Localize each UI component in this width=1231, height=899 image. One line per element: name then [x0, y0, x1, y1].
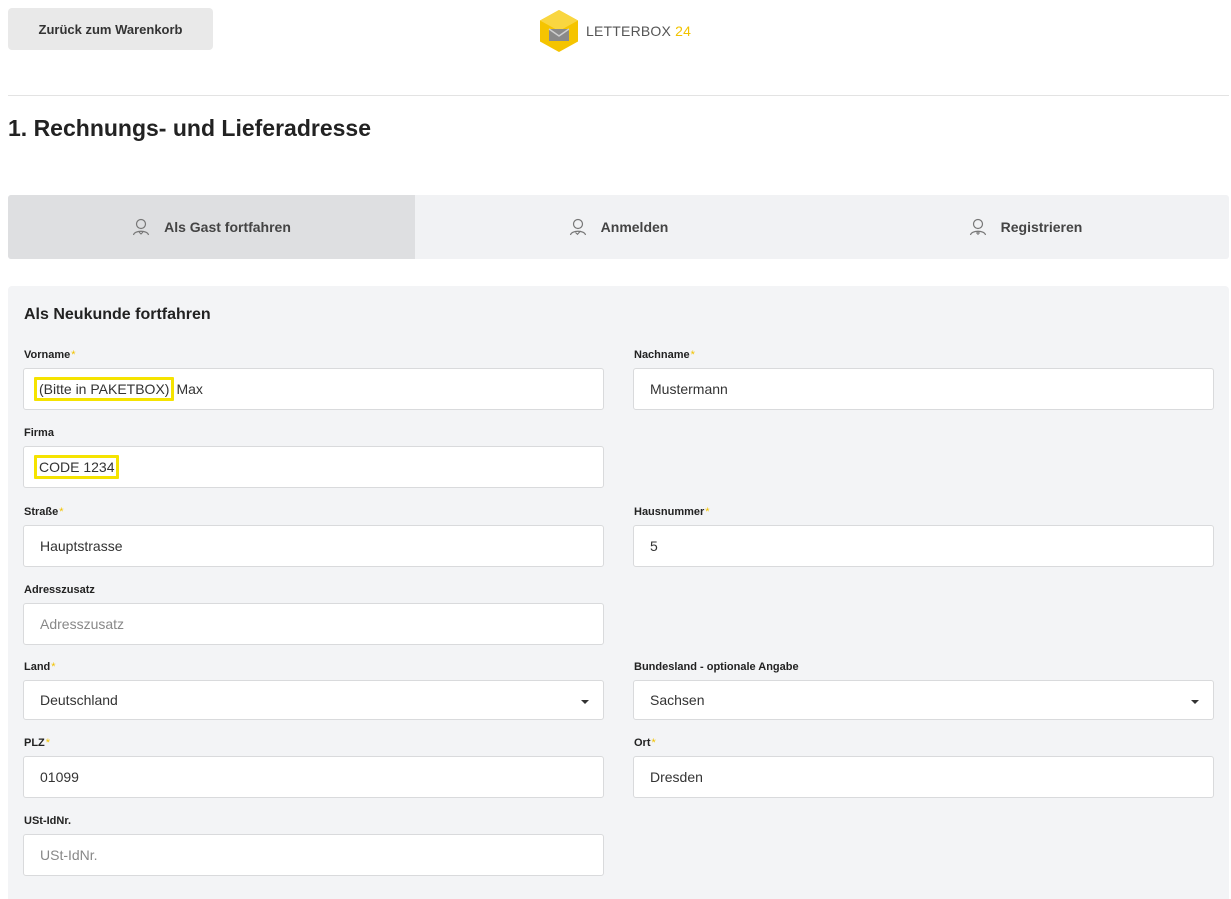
- required-marker: *: [651, 737, 656, 749]
- header-divider: [8, 95, 1229, 96]
- ort-label-text: Ort: [634, 737, 651, 749]
- user-icon: [569, 218, 586, 236]
- hausnummer-label-text: Hausnummer: [634, 506, 705, 518]
- adresszusatz-label-text: Adresszusatz: [24, 584, 95, 596]
- land-label: Land*: [24, 661, 56, 673]
- caret-down-icon: [1191, 700, 1199, 704]
- vorname-input[interactable]: (Bitte in PAKETBOX) Max: [23, 368, 604, 410]
- required-marker: *: [59, 506, 64, 518]
- nachname-value: Mustermann: [650, 381, 728, 397]
- letterbox-logo-icon: [540, 10, 578, 52]
- vorname-label: Vorname*: [24, 349, 76, 361]
- strasse-input[interactable]: Hauptstrasse: [23, 525, 604, 567]
- tab-register-label: Registrieren: [1000, 219, 1083, 235]
- firma-label-text: Firma: [24, 427, 54, 439]
- tab-login-label: Anmelden: [600, 219, 669, 235]
- required-marker: *: [71, 349, 76, 361]
- logo-text: LETTERBOX 24: [586, 23, 691, 39]
- nachname-input[interactable]: Mustermann: [633, 368, 1214, 410]
- land-value: Deutschland: [40, 692, 118, 708]
- page-title: 1. Rechnungs- und Lieferadresse: [8, 115, 371, 141]
- tab-guest-label: Als Gast fortfahren: [164, 219, 291, 235]
- nachname-label-text: Nachname: [634, 349, 690, 361]
- checkout-tabs: Als Gast fortfahren Anmelden Registriere…: [8, 195, 1229, 259]
- ort-input[interactable]: Dresden: [633, 756, 1214, 798]
- logo-number: 24: [675, 23, 692, 39]
- adresszusatz-label: Adresszusatz: [24, 584, 95, 596]
- ort-value: Dresden: [650, 769, 703, 785]
- user-icon: [969, 218, 986, 236]
- land-select[interactable]: Deutschland: [23, 680, 604, 720]
- required-marker: *: [705, 506, 710, 518]
- firma-label: Firma: [24, 427, 54, 439]
- ustid-input[interactable]: USt-IdNr.: [23, 834, 604, 876]
- plz-label: PLZ*: [24, 737, 50, 749]
- adresszusatz-placeholder: Adresszusatz: [40, 616, 125, 632]
- letterbox-logo[interactable]: LETTERBOX 24: [536, 8, 691, 54]
- back-to-cart-button[interactable]: Zurück zum Warenkorb: [8, 8, 213, 50]
- logo-word: LETTERBOX: [586, 23, 672, 39]
- strasse-value: Hauptstrasse: [40, 538, 123, 554]
- tab-guest[interactable]: Als Gast fortfahren: [8, 195, 415, 259]
- required-marker: *: [45, 737, 51, 749]
- bundesland-value: Sachsen: [650, 692, 705, 708]
- adresszusatz-input[interactable]: Adresszusatz: [23, 603, 604, 645]
- hausnummer-value: 5: [650, 538, 658, 554]
- user-icon: [133, 218, 150, 236]
- strasse-label-text: Straße: [24, 506, 59, 518]
- caret-down-icon: [581, 700, 589, 704]
- bundesland-label-text: Bundesland - optionale Angabe: [634, 661, 799, 673]
- required-marker: *: [51, 661, 56, 673]
- vorname-value: Max: [176, 381, 203, 397]
- plz-label-text: PLZ: [24, 737, 45, 749]
- bundesland-select[interactable]: Sachsen: [633, 680, 1214, 720]
- highlight-box: (Bitte in PAKETBOX): [34, 377, 175, 401]
- required-marker: *: [690, 349, 695, 361]
- hausnummer-input[interactable]: 5: [633, 525, 1214, 567]
- vorname-label-text: Vorname: [24, 349, 71, 361]
- nachname-label: Nachname*: [634, 349, 695, 361]
- plz-value: 01099: [40, 769, 79, 785]
- tab-register[interactable]: Registrieren: [822, 195, 1229, 259]
- ort-label: Ort*: [634, 737, 656, 749]
- highlight-box: CODE 1234: [34, 455, 120, 479]
- strasse-label: Straße*: [24, 506, 64, 518]
- bundesland-label: Bundesland - optionale Angabe: [634, 661, 799, 673]
- form-title: Als Neukunde fortfahren: [24, 306, 211, 323]
- land-label-text: Land: [24, 661, 51, 673]
- ustid-label: USt-IdNr.: [24, 815, 71, 827]
- firma-input[interactable]: CODE 1234: [23, 446, 604, 488]
- ustid-placeholder: USt-IdNr.: [40, 847, 98, 863]
- hausnummer-label: Hausnummer*: [634, 506, 710, 518]
- ustid-label-text: USt-IdNr.: [24, 815, 72, 827]
- checkout-page: Zurück zum Warenkorb LETTERBOX 24 1. Rec…: [0, 0, 1231, 899]
- new-customer-form: Als Neukunde fortfahren Vorname* (Bitte …: [8, 286, 1229, 899]
- plz-input[interactable]: 01099: [23, 756, 604, 798]
- tab-login[interactable]: Anmelden: [415, 195, 822, 259]
